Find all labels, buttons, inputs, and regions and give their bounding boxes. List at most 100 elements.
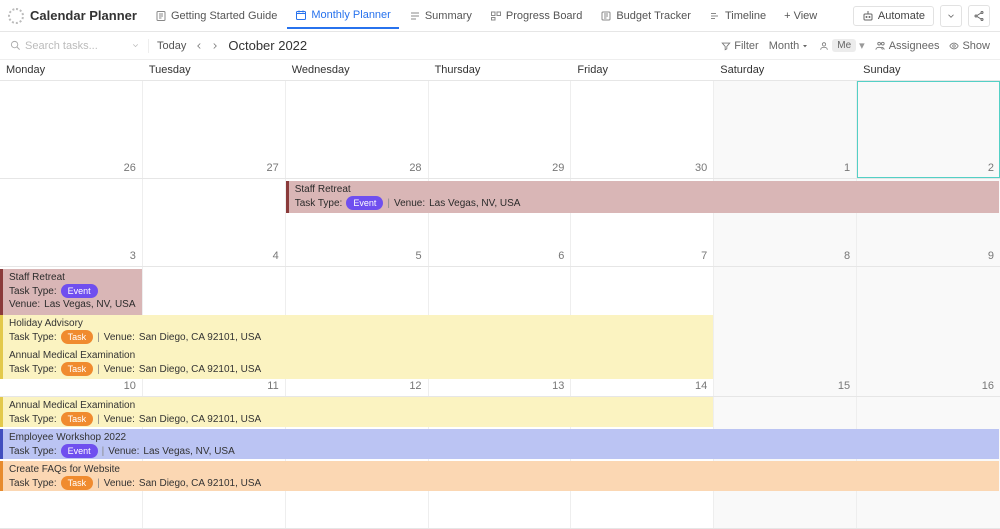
event-venue-label: Venue:: [9, 298, 40, 311]
filter-button[interactable]: Filter: [721, 40, 758, 52]
calendar-event[interactable]: Annual Medical ExaminationTask Type: Tas…: [0, 397, 713, 427]
event-title: Annual Medical Examination: [9, 399, 709, 412]
calendar-cell[interactable]: 30: [571, 81, 714, 178]
me-filter-button[interactable]: Me ▾: [819, 39, 864, 52]
calendar-cell[interactable]: 2: [857, 81, 1000, 178]
date-number: 8: [844, 250, 850, 262]
date-number: 30: [695, 162, 707, 174]
tab-label: Getting Started Guide: [171, 10, 277, 22]
tab-getting-started-guide[interactable]: Getting Started Guide: [147, 4, 285, 28]
search-placeholder: Search tasks...: [25, 40, 98, 52]
calendar-event[interactable]: Holiday AdvisoryTask Type: Task | Venue:…: [0, 315, 713, 347]
day-header: Monday: [0, 60, 143, 80]
event-venue: Las Vegas, NV, USA: [44, 298, 135, 311]
date-number: 2: [988, 162, 994, 174]
view-mode-label: Month: [769, 40, 800, 52]
event-type-label: Task Type:: [9, 285, 57, 298]
tab-icon: [600, 10, 612, 22]
calendar-cell[interactable]: 26: [0, 81, 143, 178]
date-number: 12: [409, 380, 421, 392]
calendar-cell[interactable]: 27: [143, 81, 286, 178]
calendar-event[interactable]: Employee Workshop 2022Task Type: Event |…: [0, 429, 999, 459]
tab-label: Budget Tracker: [616, 10, 691, 22]
tab-label: Monthly Planner: [311, 9, 391, 21]
share-button[interactable]: [968, 5, 990, 27]
date-number: 27: [266, 162, 278, 174]
filter-label: Filter: [734, 40, 758, 52]
show-button[interactable]: Show: [949, 40, 990, 52]
day-header: Sunday: [857, 60, 1000, 80]
add-view-button[interactable]: + View: [776, 4, 825, 28]
day-header: Thursday: [429, 60, 572, 80]
date-number: 9: [988, 250, 994, 262]
event-title: Annual Medical Examination: [9, 349, 709, 362]
date-number: 28: [409, 162, 421, 174]
event-title: Staff Retreat: [295, 183, 995, 196]
date-number: 4: [273, 250, 279, 262]
tab-label: Progress Board: [506, 10, 582, 22]
calendar-week: 26 27 28 29 30 1 2: [0, 81, 1000, 179]
automate-label: Automate: [878, 10, 925, 22]
assignees-button[interactable]: Assignees: [875, 40, 940, 52]
event-venue-label: Venue:: [108, 445, 139, 458]
event-type-chip: Event: [346, 196, 383, 210]
robot-icon: [862, 10, 874, 22]
tab-budget-tracker[interactable]: Budget Tracker: [592, 4, 699, 28]
calendar-cell[interactable]: 15: [714, 267, 857, 396]
prev-month-button[interactable]: [194, 41, 204, 51]
assignees-label: Assignees: [889, 40, 940, 52]
calendar-event[interactable]: Annual Medical ExaminationTask Type: Tas…: [0, 347, 713, 379]
calendar-event[interactable]: Staff RetreatTask Type: Event | Venue: L…: [286, 181, 999, 213]
view-mode-dropdown[interactable]: Month: [769, 40, 810, 52]
date-number: 10: [124, 380, 136, 392]
calendar-cell[interactable]: 28: [286, 81, 429, 178]
day-headers: MondayTuesdayWednesdayThursdayFridaySatu…: [0, 60, 1000, 81]
tab-timeline[interactable]: Timeline: [701, 4, 774, 28]
event-type-chip: Event: [61, 444, 98, 458]
calendar-cell[interactable]: 4: [143, 179, 286, 266]
event-title: Create FAQs for Website: [9, 463, 995, 476]
event-venue: San Diego, CA 92101, USA: [139, 331, 261, 344]
calendar-cell[interactable]: 16: [857, 267, 1000, 396]
chevron-down-button[interactable]: [940, 5, 962, 27]
calendar-event[interactable]: Staff RetreatTask Type: EventVenue: Las …: [0, 269, 142, 315]
calendar-event[interactable]: Create FAQs for WebsiteTask Type: Task |…: [0, 461, 999, 491]
calendar-cell[interactable]: 3: [0, 179, 143, 266]
tab-icon: [709, 10, 721, 22]
event-venue-label: Venue:: [104, 477, 135, 490]
tab-monthly-planner[interactable]: Monthly Planner: [287, 3, 399, 29]
event-type-label: Task Type:: [9, 363, 57, 376]
event-type-label: Task Type:: [9, 331, 57, 344]
calendar-cell[interactable]: 29: [429, 81, 572, 178]
event-venue-label: Venue:: [394, 197, 425, 210]
event-title: Holiday Advisory: [9, 317, 709, 330]
automate-button[interactable]: Automate: [853, 6, 934, 26]
event-venue: Las Vegas, NV, USA: [429, 197, 520, 210]
tab-progress-board[interactable]: Progress Board: [482, 4, 590, 28]
event-type-chip: Task: [61, 330, 94, 344]
date-number: 26: [124, 162, 136, 174]
event-title: Employee Workshop 2022: [9, 431, 995, 444]
calendar-week: 3456789Staff RetreatTask Type: Event | V…: [0, 179, 1000, 267]
date-number: 5: [415, 250, 421, 262]
event-venue: San Diego, CA 92101, USA: [139, 363, 261, 376]
event-type-label: Task Type:: [295, 197, 343, 210]
event-type-label: Task Type:: [9, 445, 57, 458]
tab-summary[interactable]: Summary: [401, 4, 480, 28]
date-number: 3: [130, 250, 136, 262]
calendar-cell[interactable]: 1: [714, 81, 857, 178]
tab-label: Timeline: [725, 10, 766, 22]
search-input[interactable]: Search tasks...: [10, 40, 140, 52]
today-button[interactable]: Today: [157, 40, 186, 52]
tab-icon: [295, 9, 307, 21]
event-type-label: Task Type:: [9, 477, 57, 490]
tab-label: Summary: [425, 10, 472, 22]
me-label: Me: [832, 39, 856, 52]
loading-spinner-icon: [8, 8, 24, 24]
next-month-button[interactable]: [210, 41, 220, 51]
day-header: Tuesday: [143, 60, 286, 80]
event-type-label: Task Type:: [9, 413, 57, 426]
date-number: 16: [982, 380, 994, 392]
day-header: Friday: [571, 60, 714, 80]
date-number: 15: [838, 380, 850, 392]
